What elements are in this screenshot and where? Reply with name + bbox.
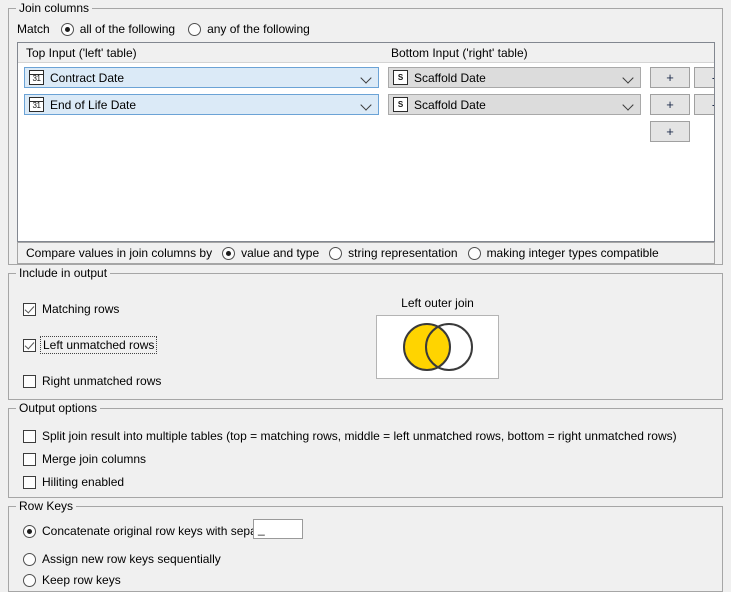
checkbox-matching-rows-label: Matching rows <box>42 302 120 316</box>
join-diagram <box>376 315 499 379</box>
radio-keep-row-keys[interactable]: Keep row keys <box>23 573 121 587</box>
radio-assign-new-row-keys[interactable]: Assign new row keys sequentially <box>23 552 221 566</box>
join-columns-list: Top Input ('left' table) Bottom Input ('… <box>17 42 715 242</box>
add-join-condition-button[interactable]: + <box>650 121 690 142</box>
compare-option-value-and-type[interactable]: value and type <box>222 246 319 260</box>
checkbox-icon[interactable] <box>23 429 36 443</box>
join-row-0-left-value: Contract Date <box>50 70 125 85</box>
compare-values-label: Compare values in join columns by <box>26 246 213 260</box>
venn-diagram-icon <box>403 323 473 371</box>
string-icon: S <box>393 97 408 112</box>
checkbox-hiliting-enabled-label: Hiliting enabled <box>42 475 125 489</box>
radio-keep-row-keys-label: Keep row keys <box>42 573 121 587</box>
join-row-0-remove-button[interactable]: - <box>694 67 714 88</box>
radio-concatenate-row-keys-label: Concatenate original row keys with separ… <box>42 524 282 538</box>
string-icon-text: S <box>397 100 404 109</box>
join-row-0-right-combo[interactable]: S Scaffold Date <box>388 67 641 88</box>
join-row-1-remove-button[interactable]: - <box>694 94 714 115</box>
separator-input[interactable]: _ <box>253 519 303 539</box>
chevron-down-icon[interactable] <box>359 71 373 85</box>
checkbox-split-join-result-label: Split join result into multiple tables (… <box>42 429 677 443</box>
match-option-all[interactable]: all of the following <box>60 22 176 36</box>
join-row-0-right-value: Scaffold Date <box>414 70 486 85</box>
checkbox-merge-join-columns[interactable]: Merge join columns <box>23 452 146 466</box>
chevron-down-icon[interactable] <box>621 98 635 112</box>
chevron-down-icon[interactable] <box>359 98 373 112</box>
match-option-any[interactable]: any of the following <box>188 22 310 36</box>
checkbox-icon[interactable] <box>23 452 36 466</box>
match-option-any-label: any of the following <box>207 22 310 36</box>
match-row: Match all of the following any of the fo… <box>17 22 310 36</box>
include-in-output-legend: Include in output <box>16 266 111 280</box>
radio-icon[interactable] <box>23 552 36 566</box>
join-row-0-add-button[interactable]: + <box>650 67 690 88</box>
checkbox-icon[interactable] <box>23 338 36 352</box>
radio-assign-new-row-keys-label: Assign new row keys sequentially <box>42 552 221 566</box>
row-keys-legend: Row Keys <box>16 499 77 513</box>
radio-icon[interactable] <box>23 573 36 587</box>
join-columns-legend: Join columns <box>16 1 93 15</box>
compare-option-string-representation[interactable]: string representation <box>329 246 458 260</box>
compare-option-value-and-type-label: value and type <box>241 246 320 260</box>
row-keys-group: Row Keys Concatenate original row keys w… <box>8 499 723 592</box>
radio-icon[interactable] <box>329 246 343 260</box>
column-header-left: Top Input ('left' table) <box>18 43 383 63</box>
match-option-all-label: all of the following <box>79 22 176 36</box>
date-icon: 31 <box>29 70 44 85</box>
string-icon-text: S <box>397 73 404 82</box>
output-options-group: Output options Split join result into mu… <box>8 401 723 498</box>
radio-icon[interactable] <box>467 246 481 260</box>
date-icon: 31 <box>29 97 44 112</box>
compare-option-integer-compatible-label: making integer types compatible <box>486 246 659 260</box>
date-icon-text: 31 <box>32 101 41 110</box>
join-row-0-left-combo[interactable]: 31 Contract Date <box>24 67 379 88</box>
checkbox-right-unmatched-rows[interactable]: Right unmatched rows <box>23 374 161 388</box>
include-in-output-group: Include in output Matching rows Left unm… <box>8 266 723 400</box>
join-columns-group: Join columns Match all of the following … <box>8 1 723 265</box>
column-header-left-label: Top Input ('left' table) <box>26 46 137 60</box>
radio-icon[interactable] <box>188 22 202 36</box>
checkbox-right-unmatched-rows-label: Right unmatched rows <box>42 374 162 388</box>
checkbox-icon[interactable] <box>23 302 36 316</box>
join-row-1-add-button[interactable]: + <box>650 94 690 115</box>
checkbox-split-join-result[interactable]: Split join result into multiple tables (… <box>23 429 677 443</box>
checkbox-hiliting-enabled[interactable]: Hiliting enabled <box>23 475 124 489</box>
join-row-1-left-value: End of Life Date <box>50 97 137 112</box>
compare-option-string-representation-label: string representation <box>348 246 458 260</box>
radio-icon[interactable] <box>23 524 36 538</box>
radio-icon[interactable] <box>60 22 74 36</box>
column-header-right-label: Bottom Input ('right' table) <box>391 46 528 60</box>
checkbox-left-unmatched-rows-label: Left unmatched rows <box>39 336 158 354</box>
join-row-1-right-value: Scaffold Date <box>414 97 486 112</box>
checkbox-merge-join-columns-label: Merge join columns <box>42 452 147 466</box>
match-label: Match <box>17 22 50 36</box>
output-options-legend: Output options <box>16 401 101 415</box>
checkbox-left-unmatched-rows[interactable]: Left unmatched rows <box>23 336 158 354</box>
radio-concatenate-row-keys[interactable]: Concatenate original row keys with separ… <box>23 524 281 538</box>
compare-values-bar: Compare values in join columns by value … <box>17 242 715 264</box>
chevron-down-icon[interactable] <box>621 71 635 85</box>
date-icon-text: 31 <box>32 74 41 83</box>
join-row-1-left-combo[interactable]: 31 End of Life Date <box>24 94 379 115</box>
checkbox-matching-rows[interactable]: Matching rows <box>23 302 119 316</box>
compare-option-integer-compatible[interactable]: making integer types compatible <box>467 246 659 260</box>
join-row-1-right-combo[interactable]: S Scaffold Date <box>388 94 641 115</box>
checkbox-icon[interactable] <box>23 374 36 388</box>
column-header-right: Bottom Input ('right' table) <box>383 43 714 63</box>
radio-icon[interactable] <box>222 246 236 260</box>
checkbox-icon[interactable] <box>23 475 36 489</box>
string-icon: S <box>393 70 408 85</box>
join-diagram-title: Left outer join <box>401 296 474 310</box>
